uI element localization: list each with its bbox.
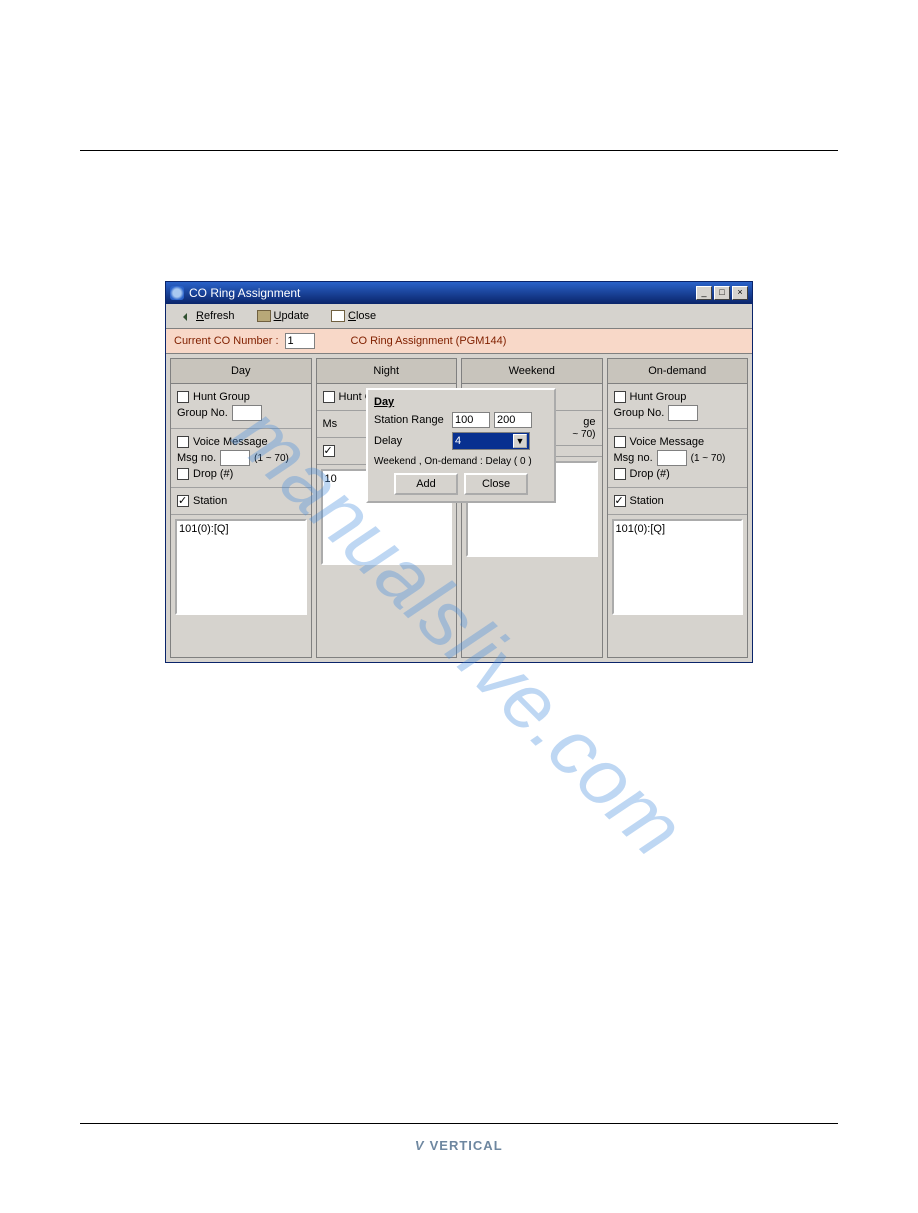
delay-select[interactable]: 4 ▼ [452,432,530,450]
close-icon [331,310,345,322]
station-range-to-input[interactable] [494,412,532,428]
col-ondemand: On-demand Hunt Group Group No. Voice Mes… [607,358,749,658]
co-number-row: Current CO Number : CO Ring Assignment (… [166,329,752,354]
station-range-from-input[interactable] [452,412,490,428]
app-icon [170,286,184,300]
drop-checkbox-ondemand[interactable] [614,468,626,480]
col-header-night: Night [317,359,457,384]
voice-msg-checkbox-day[interactable] [177,436,189,448]
minimize-button[interactable]: _ [696,286,712,300]
voice-msg-label: Voice Message [193,436,268,448]
co-number-input[interactable] [285,333,315,349]
group-no-label: Group No. [177,407,228,419]
refresh-button[interactable]: Refresh [172,307,242,325]
hunt-group-checkbox-ondemand[interactable] [614,391,626,403]
msg-hint: (1 ~ 70) [254,453,289,464]
back-arrow-icon [179,310,193,322]
add-button[interactable]: Add [394,473,458,495]
popup-close-button[interactable]: Close [464,473,528,495]
update-button[interactable]: Update [250,307,316,325]
col-header-day: Day [171,359,311,384]
msg-no-input-day[interactable] [220,450,250,466]
msg-no-input-ondemand[interactable] [657,450,687,466]
divider-bottom [80,1123,838,1124]
window-title: CO Ring Assignment [189,286,696,300]
col-header-weekend: Weekend [462,359,602,384]
popup-note: Weekend , On-demand : Delay ( 0 ) [374,456,548,467]
app-window: CO Ring Assignment _ □ × Refresh Update … [165,281,753,663]
msg-no-label: Msg no. [177,452,216,464]
station-list-day[interactable]: 101(0):[Q] [175,519,307,615]
footer-logo: V VERTICAL [80,1138,838,1153]
popup-title: Day [374,396,548,408]
group-no-input-day[interactable] [232,405,262,421]
station-list-ondemand[interactable]: 101(0):[Q] [612,519,744,615]
drop-label: Drop (#) [193,468,233,480]
voice-msg-checkbox-ondemand[interactable] [614,436,626,448]
col-day: Day Hunt Group Group No. Voice Message M… [170,358,312,658]
drop-checkbox-day[interactable] [177,468,189,480]
station-range-label: Station Range [374,414,448,426]
pgm-label: CO Ring Assignment (PGM144) [351,335,507,347]
station-checkbox-day[interactable] [177,495,189,507]
hunt-group-checkbox-day[interactable] [177,391,189,403]
toolbar: Refresh Update Close [166,304,752,329]
co-number-label: Current CO Number : [174,335,279,347]
divider-top [80,150,838,151]
save-icon [257,310,271,322]
chevron-down-icon: ▼ [513,434,527,448]
hunt-group-checkbox-night[interactable] [323,391,335,403]
delay-label: Delay [374,435,448,447]
group-no-input-ondemand[interactable] [668,405,698,421]
station-checkbox-ondemand[interactable] [614,495,626,507]
station-checkbox-night[interactable] [323,445,335,457]
delay-value: 4 [455,435,461,447]
station-label: Station [193,495,227,507]
maximize-button[interactable]: □ [714,286,730,300]
close-button[interactable]: Close [324,307,383,325]
hunt-group-label: Hunt Group [193,391,250,403]
close-window-button[interactable]: × [732,286,748,300]
titlebar: CO Ring Assignment _ □ × [166,282,752,304]
popup-dialog: Day Station Range Delay 4 ▼ Weekend , On… [366,388,556,503]
col-header-ondemand: On-demand [608,359,748,384]
